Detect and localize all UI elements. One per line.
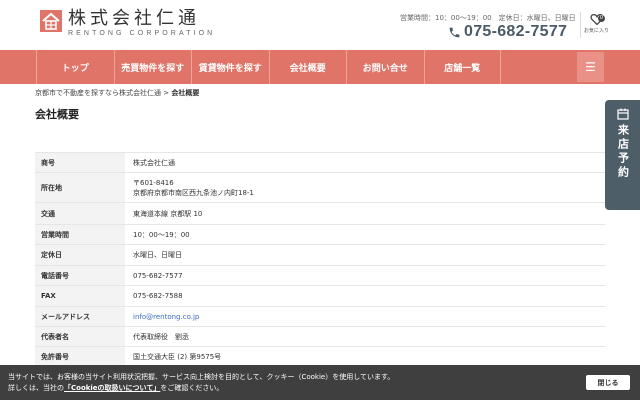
table-row-label: 代表者名 [35,327,125,346]
table-row-label: 電話番号 [35,266,125,285]
table-row-value: 10：00～19：00 [133,230,190,239]
breadcrumb: 京都市で不動産を探すなら株式会社仁通 > 会社概要 [35,88,199,98]
table-row-value: 東海道本線 京都駅 10 [133,209,203,218]
company-logo-icon[interactable] [40,10,62,32]
email-link[interactable]: info@rentong.co.jp [133,312,597,322]
table-row: 所在地 〒601-8416 京都府京都市南区西九条池ノ内町18-1 [35,173,605,203]
table-row-value: 水曜日、日曜日 [133,251,182,259]
visit-reservation-tab[interactable]: 来店予約 [605,100,640,210]
table-row-value: 代表取締役 劉丞 [133,332,189,341]
table-row-label: 営業時間 [35,225,125,244]
table-row-label: FAX [35,286,125,306]
company-name[interactable]: 株式会社仁通 [68,9,200,29]
page-title: 会社概要 [35,108,79,121]
hamburger-menu-button[interactable]: ☰ [577,52,604,82]
visit-reservation-label: 来店予約 [616,124,630,180]
table-row-label: 交通 [35,203,125,224]
table-row-value: 〒601-8416 京都府京都市南区西九条池ノ内町18-1 [133,178,254,197]
nav-item-company[interactable]: 会社概要 [268,50,347,84]
breadcrumb-current: 会社概要 [171,89,200,97]
hamburger-icon: ☰ [585,60,596,74]
cookie-notice-text: 当サイトでは、お客様の当サイト利用状況把握、サービス向上検討を目的として、クッキ… [8,373,395,392]
nav-item-top[interactable]: トップ [36,50,114,84]
table-row-label: 免許番号 [35,347,125,366]
breadcrumb-home-link[interactable]: 京都市で不動産を探すなら株式会社仁通 [35,89,161,97]
favorites-button[interactable]: 0 お気に入り [580,12,610,38]
table-row: 定休日 水曜日、日曜日 [35,245,605,266]
table-row: 営業時間 10：00～19：00 [35,225,605,245]
site-header: 株式会社仁通 RENTONG CORPORATION 営業時間：10：00～19… [0,0,640,50]
table-row-value: 075-682-7588 [133,292,183,300]
table-row: 電話番号 075-682-7577 [35,266,605,286]
table-row-value: info@rentong.co.jp [125,307,605,326]
nav-item-stores[interactable]: 店舗一覧 [423,50,501,84]
table-row-value: 株式会社仁通 [133,158,175,167]
breadcrumb-separator: > [163,89,170,97]
company-info-table: 商号 株式会社仁通 所在地 〒601-8416 京都府京都市南区西九条池ノ内町18… [35,152,605,367]
cookie-banner: 当サイトでは、お客様の当サイト利用状況把握、サービス向上検討を目的として、クッキ… [0,365,640,400]
nav-item-buy[interactable]: 売買物件を探す [113,50,192,84]
calendar-icon [616,108,629,120]
table-row: 交通 東海道本線 京都駅 10 [35,203,605,225]
company-name-english: RENTONG CORPORATION [68,30,216,37]
phone-number: 075-682-7577 [464,23,568,40]
table-row-label: 定休日 [35,245,125,265]
phone-link[interactable]: 075-682-7577 [448,23,567,41]
favorites-count-badge: 0 [598,15,605,22]
table-row-value: 国土交通大臣 (2) 第9575号 [133,352,222,361]
table-row-label: メールアドレス [35,307,125,326]
table-row: メールアドレス info@rentong.co.jp [35,307,605,327]
table-row: FAX 075-682-7588 [35,286,605,307]
nav-item-rent[interactable]: 賃貸物件を探す [191,50,269,84]
table-row-label: 商号 [35,153,125,172]
table-row: 商号 株式会社仁通 [35,153,605,173]
phone-icon [449,27,460,37]
table-row: 代表者名 代表取締役 劉丞 [35,327,605,347]
table-row: 免許番号 国土交通大臣 (2) 第9575号 [35,347,605,367]
favorites-label: お気に入り [583,28,609,34]
cookie-close-button[interactable]: 閉じる [586,375,630,390]
table-row-value: 075-682-7577 [133,271,183,280]
nav-item-contact[interactable]: お問い合せ [346,50,424,84]
main-navigation: トップ 売買物件を探す 賃貸物件を探す 会社概要 お問い合せ 店舗一覧 ☰ [0,50,640,84]
business-hours: 営業時間：10：00～19：00 定休日：水曜日、日曜日 [400,14,576,22]
cookie-policy-link[interactable]: 「Cookieの取扱いについて」 [64,384,160,392]
table-row-label: 所在地 [35,173,125,202]
